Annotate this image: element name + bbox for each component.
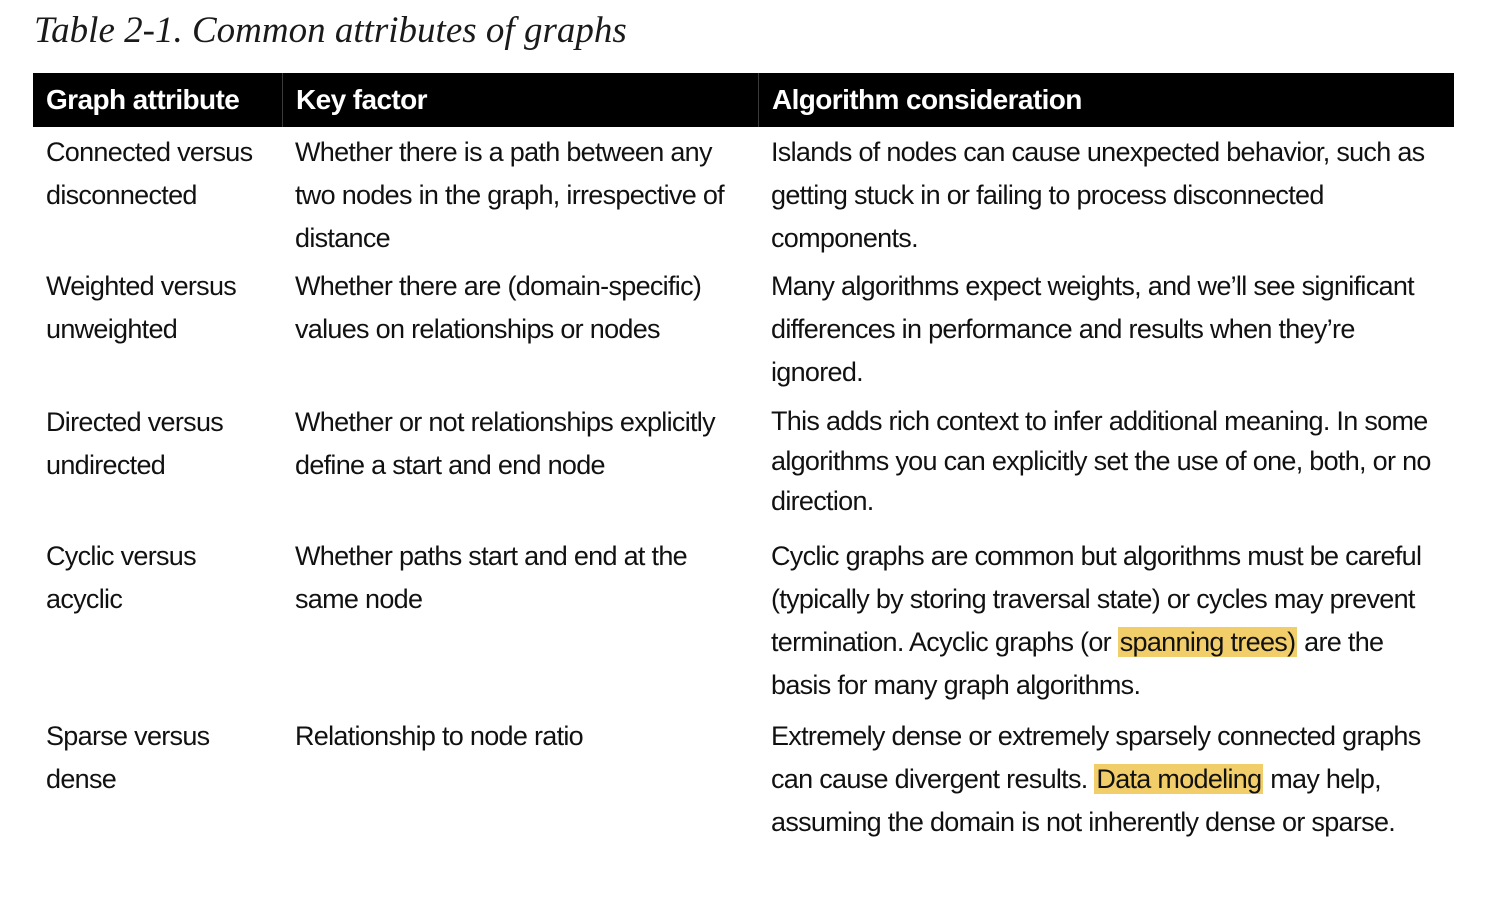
consideration-highlight: spanning trees) <box>1117 627 1298 657</box>
cell-consideration: Extremely dense or extremely sparsely co… <box>758 711 1454 851</box>
consideration-text: This adds rich context to infer addition… <box>771 406 1431 516</box>
cell-attribute: Sparse versus dense <box>46 721 210 794</box>
header-algorithm-consideration: Algorithm consideration <box>758 73 1454 127</box>
cell-key-factor: Whether there is a path between any two … <box>295 137 725 253</box>
header-graph-attribute: Graph attribute <box>46 84 240 115</box>
table-row: Directed versus undirected Whether or no… <box>33 397 1454 531</box>
cell-attribute: Weighted versus unweighted <box>46 271 237 344</box>
cell-consideration: This adds rich context to infer addition… <box>758 397 1454 531</box>
cell-key-factor: Whether there are (domain-specific) valu… <box>295 271 702 344</box>
cell-attribute: Directed versus undirected <box>46 407 224 480</box>
cell-consideration: Many algorithms expect weights, and we’l… <box>758 261 1454 397</box>
consideration-highlight: Data modeling <box>1094 764 1264 794</box>
cell-attribute: Connected versus disconnected <box>46 137 253 210</box>
table-row: Connected versus disconnected Whether th… <box>33 127 1454 261</box>
consideration-text: Islands of nodes can cause unexpected be… <box>771 137 1425 253</box>
cell-key-factor: Whether or not relationships explicitly … <box>295 407 716 480</box>
table-caption: Table 2-1. Common attributes of graphs <box>34 10 627 51</box>
table-row: Sparse versus dense Relationship to node… <box>33 711 1454 851</box>
cell-key-factor: Whether paths start and end at the same … <box>295 541 688 614</box>
table-header-row: Graph attribute Key factor Algorithm con… <box>33 73 1454 127</box>
cell-key-factor: Relationship to node ratio <box>295 721 584 751</box>
table-row: Weighted versus unweighted Whether there… <box>33 261 1454 397</box>
cell-consideration: Islands of nodes can cause unexpected be… <box>758 127 1454 261</box>
header-key-factor: Key factor <box>282 73 758 127</box>
table-row: Cyclic versus acyclic Whether paths star… <box>33 531 1454 711</box>
cell-consideration: Cyclic graphs are common but algorithms … <box>758 531 1454 711</box>
consideration-text: Many algorithms expect weights, and we’l… <box>771 271 1415 387</box>
cell-attribute: Cyclic versus acyclic <box>46 541 197 614</box>
graph-attributes-table: Graph attribute Key factor Algorithm con… <box>33 73 1454 851</box>
